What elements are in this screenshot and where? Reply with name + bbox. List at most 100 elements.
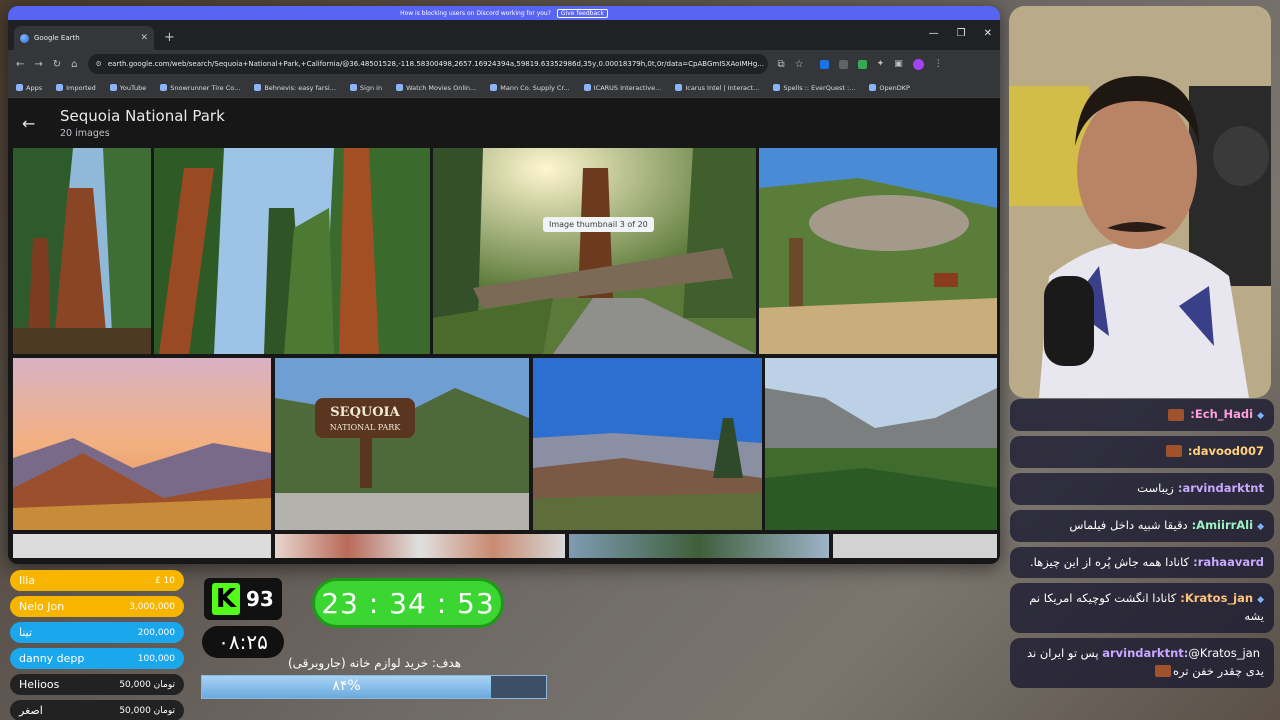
goal-label: هدف: خرید لوازم خانه (جاروبرقی): [288, 656, 462, 670]
puzzle-icon[interactable]: ✦: [877, 59, 885, 69]
bookmark-star-icon[interactable]: ☆: [795, 59, 804, 70]
bookmark-label: Apps: [26, 83, 43, 92]
back-nav-icon[interactable]: ←: [16, 59, 24, 70]
diamond-badge-icon: ◆: [1257, 595, 1264, 606]
tab-google-earth[interactable]: Google Earth ✕: [14, 26, 154, 50]
image-thumbnail[interactable]: [433, 148, 756, 354]
image-thumbnail[interactable]: [13, 358, 271, 530]
site-info-icon[interactable]: ⚙: [96, 60, 102, 68]
chat-username[interactable]: AmiirrAli:: [1192, 518, 1254, 532]
bookmark-favicon-icon: [675, 84, 683, 91]
forward-nav-icon[interactable]: →: [34, 59, 42, 70]
donation-row: Helioos 50,000 تومان: [10, 674, 184, 695]
minimize-icon[interactable]: —: [929, 28, 939, 39]
goal-percent: ۸۴%: [332, 678, 361, 694]
new-tab-icon[interactable]: +: [164, 30, 175, 45]
bookmark-item[interactable]: Apps: [16, 84, 42, 92]
bookmark-item[interactable]: Watch Movies Onlin...: [396, 84, 476, 92]
donation-amount: 50,000 تومان: [119, 705, 175, 716]
donation-amount: £ 10: [154, 575, 175, 586]
chat-message: ◆ Ech_Hadi:: [1010, 399, 1274, 431]
bookmark-item[interactable]: Sign in: [349, 84, 382, 92]
kick-viewer-count: K 93: [204, 578, 282, 620]
donation-amount: 100,000: [137, 653, 175, 664]
chat-message: davood007:: [1010, 435, 1274, 468]
emote-icon: [1165, 445, 1182, 458]
extension-icon[interactable]: [819, 59, 829, 69]
shield-icon[interactable]: [857, 59, 867, 69]
chat-username[interactable]: arvindarktnt:: [1178, 481, 1264, 495]
home-icon[interactable]: ⌂: [71, 59, 77, 70]
maximize-icon[interactable]: ❐: [957, 28, 966, 39]
image-thumbnail[interactable]: [154, 148, 430, 354]
bookmark-label: Watch Movies Onlin...: [406, 83, 477, 92]
image-grid: SEQUOIA NATIONAL PARK Image thumbnail 3 …: [13, 148, 997, 564]
donor-name: Nelo Jon: [19, 600, 65, 613]
image-thumbnail[interactable]: [13, 534, 271, 558]
bookmark-item[interactable]: Snowrunner Tire Co...: [160, 84, 240, 92]
back-arrow-icon[interactable]: ←: [22, 114, 60, 133]
sidepanel-icon[interactable]: ▣: [894, 59, 903, 69]
discord-banner-text: How is blocking users on Discord working…: [400, 9, 551, 17]
image-thumbnail[interactable]: [833, 534, 997, 558]
bookmark-item[interactable]: Imported: [56, 84, 96, 92]
chat-username[interactable]: arvindarktnt:: [1102, 646, 1188, 660]
bookmark-favicon-icon: [56, 84, 64, 91]
image-thumbnail[interactable]: SEQUOIA NATIONAL PARK: [275, 358, 529, 530]
image-thumbnail[interactable]: [533, 358, 762, 530]
chat-username[interactable]: Kratos_jan:: [1180, 591, 1253, 605]
kick-logo-icon: K: [212, 583, 240, 615]
chat-panel: ◆ Ech_Hadi: davood007: arvindarktnt: زیباست ◆…: [1010, 399, 1274, 693]
donation-row: تینا 200,000: [10, 622, 184, 643]
chat-username[interactable]: Ech_Hadi:: [1190, 407, 1253, 421]
bookmark-label: Imported: [66, 83, 96, 92]
extension-icon[interactable]: [838, 59, 848, 69]
bookmarks-bar: Apps Imported YouTube Snowrunner Tire Co...…: [8, 78, 1000, 98]
donor-name: Helioos: [19, 678, 60, 691]
tab-bar: Google Earth ✕ + — ❐ ✕: [8, 20, 1000, 50]
bookmark-favicon-icon: [16, 84, 23, 91]
google-earth-gallery: ← Sequoia National Park 20 images SEQUOI…: [8, 98, 1000, 564]
chat-message: ◆AmiirrAli: دقیقا شبیه داخل فیلماس: [1010, 509, 1274, 542]
bookmark-item[interactable]: ICARUS Interactive...: [583, 84, 661, 92]
image-thumbnail[interactable]: [13, 148, 151, 354]
image-thumbnail[interactable]: [275, 534, 565, 558]
image-thumbnail[interactable]: [759, 148, 997, 354]
donation-leaderboard: Ilia £ 10 Nelo Jon 3,000,000 تینا 200,000 dann…: [10, 570, 184, 720]
bookmark-label: Spells :: EverQuest :...: [783, 83, 856, 92]
goal-progress-bar: ۸۴%: [201, 675, 547, 699]
image-thumbnail[interactable]: [765, 358, 997, 530]
bookmark-item[interactable]: Icarus Intel | Interact...: [675, 84, 759, 92]
chat-username[interactable]: rahaavard:: [1193, 555, 1264, 569]
bookmark-favicon-icon: [773, 84, 781, 91]
kebab-menu-icon[interactable]: ⋮: [934, 59, 943, 69]
chat-text: دقیقا شبیه داخل فیلماس: [1069, 517, 1188, 532]
url-bar[interactable]: ⚙ earth.google.com/web/search/Sequoia+Na…: [87, 54, 768, 74]
install-icon[interactable]: ⧉: [778, 59, 785, 70]
bookmark-label: OpenDKP: [879, 83, 910, 92]
give-feedback-button[interactable]: Give feedback: [556, 8, 608, 18]
close-window-icon[interactable]: ✕: [984, 28, 992, 39]
emote-icon: [1155, 665, 1172, 678]
stream-clock: ۰۸:۲۵: [202, 626, 284, 658]
gallery-title: Sequoia National Park: [60, 107, 225, 125]
emote-icon: [1168, 408, 1185, 421]
bookmark-item[interactable]: Behnevis: easy farsi...: [254, 84, 336, 92]
donation-row: Nelo Jon 3,000,000: [10, 596, 184, 617]
bookmark-label: Icarus Intel | Interact...: [685, 83, 760, 92]
profile-avatar[interactable]: [912, 58, 924, 70]
bookmark-label: Behnevis: easy farsi...: [264, 83, 336, 92]
chat-text: زیباست: [1137, 480, 1174, 495]
bookmark-item[interactable]: Mann Co. Supply Cr...: [490, 83, 570, 92]
chat-username[interactable]: davood007:: [1188, 444, 1264, 458]
chat-text: کانادا همه جاش پُره از این چیزها.: [1029, 554, 1190, 569]
diamond-badge-icon: ◆: [1257, 411, 1264, 421]
reload-icon[interactable]: ↻: [53, 59, 61, 70]
bookmark-label: Mann Co. Supply Cr...: [500, 83, 570, 92]
bookmark-item[interactable]: YouTube: [109, 84, 146, 92]
browser-window: How is blocking users on Discord working…: [8, 6, 1000, 564]
bookmark-item[interactable]: Spells :: EverQuest :...: [773, 84, 855, 92]
image-thumbnail[interactable]: [569, 534, 829, 558]
bookmark-item[interactable]: OpenDKP: [869, 84, 910, 92]
close-tab-icon[interactable]: ✕: [140, 33, 148, 43]
